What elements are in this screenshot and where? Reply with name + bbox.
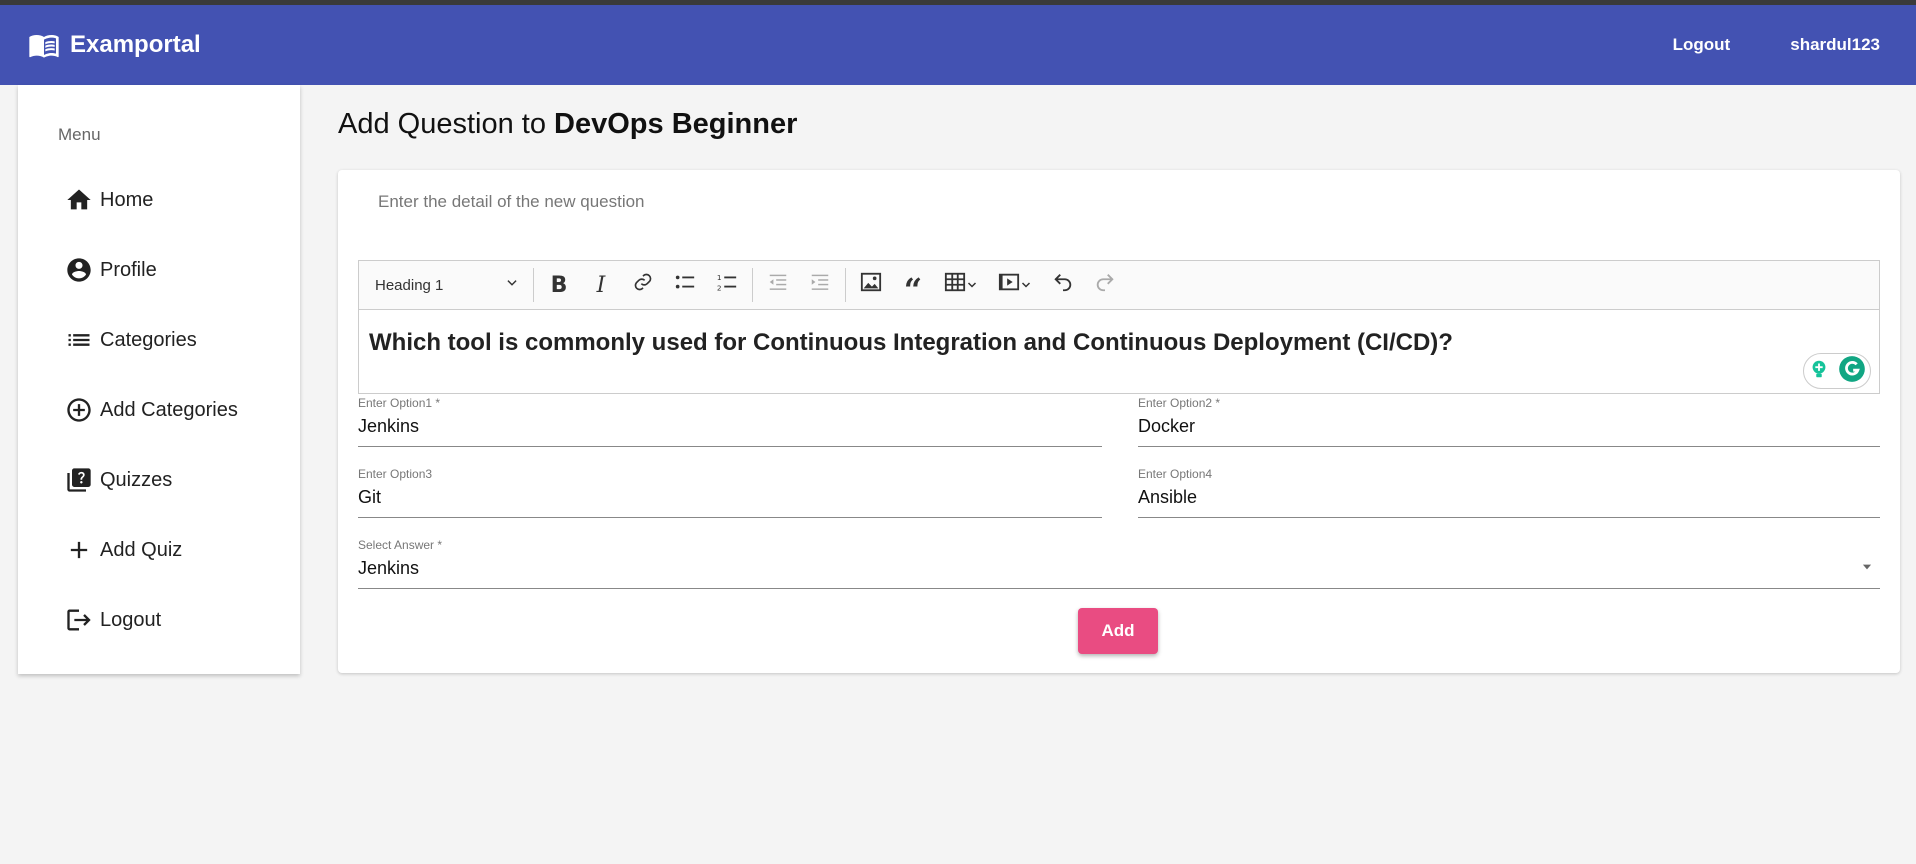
card-subtitle: Enter the detail of the new question [378, 192, 645, 211]
quiz-name: DevOps Beginner [554, 108, 798, 140]
bulleted-list-button[interactable] [664, 265, 706, 305]
option4-input[interactable] [1138, 487, 1880, 508]
add-circle-outline-icon [64, 395, 94, 425]
sidebar-item-profile[interactable]: Profile [64, 245, 284, 295]
image-icon [860, 271, 882, 299]
editor-content[interactable]: Which tool is commonly used for Continuo… [369, 329, 1453, 357]
answer-select[interactable]: Select Answer * Jenkins [358, 538, 1880, 589]
outdent-button[interactable] [757, 265, 799, 305]
sidebar-item-label: Profile [100, 258, 157, 281]
list-icon [64, 325, 94, 355]
option2-field[interactable]: Enter Option2 * [1138, 396, 1880, 447]
numbered-list-button[interactable]: 12 [706, 265, 748, 305]
sidebar-item-home[interactable]: Home [64, 175, 284, 225]
option4-field[interactable]: Enter Option4 [1138, 467, 1880, 518]
option3-field[interactable]: Enter Option3 [358, 467, 1102, 518]
option4-label: Enter Option4 [1138, 467, 1213, 481]
indent-icon [809, 271, 831, 299]
italic-button[interactable]: I [580, 265, 622, 305]
heading-dropdown[interactable]: Heading 1 [359, 261, 529, 309]
grammarly-icon [1838, 355, 1866, 388]
navbar-logout-link[interactable]: Logout [1673, 35, 1731, 55]
sidebar-item-logout[interactable]: Logout [64, 595, 284, 645]
add-question-button[interactable]: Add [1078, 608, 1158, 654]
quote-icon: “ [903, 271, 923, 309]
table-icon [944, 271, 966, 299]
sidebar-item-add-categories[interactable]: Add Categories [64, 385, 284, 435]
outdent-icon [767, 271, 789, 299]
link-button[interactable] [622, 265, 664, 305]
toolbar-divider [533, 268, 534, 302]
logout-icon [64, 605, 94, 635]
undo-icon [1052, 271, 1074, 299]
plus-icon [64, 535, 94, 565]
grammarly-widget[interactable] [1803, 353, 1871, 389]
sidebar-item-quizzes[interactable]: Quizzes [64, 455, 284, 505]
page-title-prefix: Add Question to [338, 108, 546, 140]
sidebar-item-label: Quizzes [100, 468, 173, 491]
option2-input[interactable] [1138, 416, 1880, 437]
redo-button[interactable] [1084, 265, 1126, 305]
italic-icon: I [596, 272, 606, 298]
top-navbar: Examportal Logout shardul123 [0, 5, 1916, 85]
home-icon [64, 185, 94, 215]
link-icon [633, 272, 653, 298]
brand[interactable]: Examportal [28, 5, 201, 85]
insert-table-button[interactable] [934, 265, 988, 305]
sidebar-item-label: Logout [100, 608, 162, 631]
heading-dropdown-value: Heading 1 [375, 276, 444, 294]
sidebar-menu-title: Menu [58, 125, 101, 144]
chevron-down-icon [505, 276, 519, 294]
sidebar-item-label: Add Quiz [100, 538, 183, 561]
chevron-down-icon [1020, 274, 1032, 297]
answer-value: Jenkins [358, 558, 420, 578]
option1-label: Enter Option1 * [358, 396, 441, 410]
toolbar-divider [845, 268, 846, 302]
chevron-down-icon [966, 274, 978, 297]
option2-label: Enter Option2 * [1138, 396, 1221, 410]
block-quote-button[interactable]: “ [892, 265, 934, 309]
brand-title: Examportal [70, 31, 201, 58]
account-circle-icon [64, 255, 94, 285]
sidebar-item-label: Add Categories [100, 398, 238, 421]
navbar-username[interactable]: shardul123 [1790, 35, 1880, 55]
option1-input[interactable] [358, 416, 1102, 437]
redo-icon [1094, 271, 1116, 299]
rich-text-editor[interactable]: Heading 1 B I 1 2 “ Which tool is common… [358, 260, 1880, 394]
svg-text:1: 1 [717, 273, 722, 282]
sidebar-item-add-quiz[interactable]: Add Quiz [64, 525, 284, 575]
sidebar-item-label: Categories [100, 328, 197, 351]
numbered-list-icon: 12 [716, 271, 738, 299]
sidebar: Menu Home Profile Categories Add Categor… [18, 85, 300, 674]
media-icon [998, 271, 1020, 299]
option3-label: Enter Option3 [358, 467, 433, 481]
svg-text:2: 2 [717, 283, 722, 292]
menu-book-icon [28, 29, 60, 61]
bulleted-list-icon [674, 271, 696, 299]
quiz-icon [64, 465, 94, 495]
lightbulb-icon [1808, 358, 1830, 385]
sidebar-item-label: Home [100, 188, 154, 211]
editor-toolbar: Heading 1 B I 1 2 “ [359, 261, 1879, 310]
option3-input[interactable] [358, 487, 1102, 508]
bold-button[interactable]: B [538, 265, 580, 305]
sidebar-item-categories[interactable]: Categories [64, 315, 284, 365]
indent-button[interactable] [799, 265, 841, 305]
insert-media-button[interactable] [988, 265, 1042, 305]
insert-image-button[interactable] [850, 265, 892, 305]
option1-field[interactable]: Enter Option1 * [358, 396, 1102, 447]
dropdown-arrow-icon [1860, 560, 1874, 579]
undo-button[interactable] [1042, 265, 1084, 305]
add-question-card: Enter the detail of the new question Hea… [338, 170, 1900, 673]
toolbar-divider [752, 268, 753, 302]
page-title: Add Question to DevOps Beginner [338, 108, 797, 141]
bold-icon: B [550, 272, 568, 298]
answer-label: Select Answer * [358, 538, 443, 552]
